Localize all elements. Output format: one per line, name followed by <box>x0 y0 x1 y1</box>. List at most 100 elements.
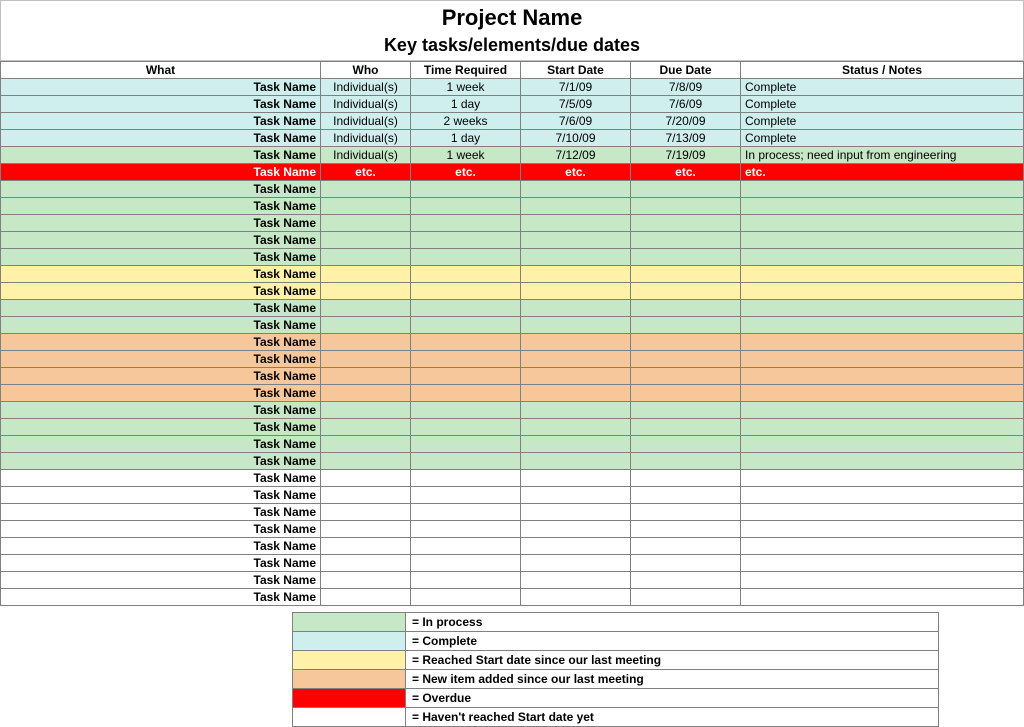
cell-start[interactable] <box>521 351 631 368</box>
cell-due[interactable] <box>631 402 741 419</box>
cell-status[interactable] <box>741 385 1024 402</box>
cell-due[interactable]: 7/20/09 <box>631 113 741 130</box>
cell-what[interactable]: Task Name <box>1 215 321 232</box>
cell-what[interactable]: Task Name <box>1 266 321 283</box>
cell-start[interactable] <box>521 215 631 232</box>
cell-due[interactable] <box>631 368 741 385</box>
table-row[interactable]: Task Name <box>1 266 1024 283</box>
cell-due[interactable] <box>631 334 741 351</box>
table-row[interactable]: Task Name <box>1 572 1024 589</box>
cell-what[interactable]: Task Name <box>1 113 321 130</box>
cell-time[interactable] <box>411 181 521 198</box>
cell-start[interactable]: 7/1/09 <box>521 79 631 96</box>
cell-start[interactable] <box>521 385 631 402</box>
cell-time[interactable] <box>411 436 521 453</box>
table-row[interactable]: Task Name <box>1 351 1024 368</box>
cell-status[interactable]: Complete <box>741 130 1024 147</box>
cell-start[interactable] <box>521 419 631 436</box>
table-row[interactable]: Task NameIndividual(s)1 week7/12/097/19/… <box>1 147 1024 164</box>
cell-status[interactable] <box>741 419 1024 436</box>
cell-due[interactable] <box>631 266 741 283</box>
cell-status[interactable]: Complete <box>741 79 1024 96</box>
cell-what[interactable]: Task Name <box>1 521 321 538</box>
cell-start[interactable] <box>521 198 631 215</box>
table-row[interactable]: Task Name <box>1 215 1024 232</box>
cell-start[interactable]: 7/5/09 <box>521 96 631 113</box>
cell-time[interactable] <box>411 453 521 470</box>
table-row[interactable]: Task Nameetc.etc.etc.etc.etc. <box>1 164 1024 181</box>
cell-start[interactable] <box>521 283 631 300</box>
cell-time[interactable] <box>411 232 521 249</box>
cell-due[interactable] <box>631 385 741 402</box>
cell-due[interactable] <box>631 215 741 232</box>
cell-start[interactable] <box>521 368 631 385</box>
cell-what[interactable]: Task Name <box>1 419 321 436</box>
cell-who[interactable] <box>321 402 411 419</box>
cell-status[interactable] <box>741 334 1024 351</box>
cell-what[interactable]: Task Name <box>1 351 321 368</box>
cell-start[interactable] <box>521 555 631 572</box>
cell-due[interactable] <box>631 317 741 334</box>
cell-time[interactable] <box>411 334 521 351</box>
cell-who[interactable]: Individual(s) <box>321 79 411 96</box>
cell-start[interactable]: 7/6/09 <box>521 113 631 130</box>
cell-status[interactable] <box>741 249 1024 266</box>
cell-status[interactable] <box>741 521 1024 538</box>
table-row[interactable]: Task Name <box>1 589 1024 606</box>
table-row[interactable]: Task NameIndividual(s)2 weeks7/6/097/20/… <box>1 113 1024 130</box>
cell-what[interactable]: Task Name <box>1 402 321 419</box>
cell-time[interactable] <box>411 538 521 555</box>
table-row[interactable]: Task Name <box>1 538 1024 555</box>
cell-status[interactable] <box>741 368 1024 385</box>
cell-start[interactable]: 7/12/09 <box>521 147 631 164</box>
cell-start[interactable] <box>521 266 631 283</box>
cell-who[interactable] <box>321 504 411 521</box>
cell-who[interactable]: Individual(s) <box>321 147 411 164</box>
cell-who[interactable]: Individual(s) <box>321 113 411 130</box>
cell-what[interactable]: Task Name <box>1 504 321 521</box>
cell-time[interactable] <box>411 351 521 368</box>
cell-who[interactable] <box>321 283 411 300</box>
cell-due[interactable] <box>631 555 741 572</box>
cell-what[interactable]: Task Name <box>1 470 321 487</box>
cell-what[interactable]: Task Name <box>1 436 321 453</box>
cell-who[interactable] <box>321 555 411 572</box>
cell-who[interactable] <box>321 300 411 317</box>
cell-start[interactable] <box>521 249 631 266</box>
cell-who[interactable]: Individual(s) <box>321 96 411 113</box>
table-row[interactable]: Task Name <box>1 334 1024 351</box>
cell-status[interactable] <box>741 538 1024 555</box>
cell-status[interactable] <box>741 453 1024 470</box>
cell-time[interactable] <box>411 555 521 572</box>
cell-time[interactable] <box>411 300 521 317</box>
cell-who[interactable] <box>321 198 411 215</box>
table-row[interactable]: Task Name <box>1 232 1024 249</box>
cell-start[interactable] <box>521 538 631 555</box>
cell-due[interactable]: etc. <box>631 164 741 181</box>
cell-due[interactable]: 7/13/09 <box>631 130 741 147</box>
cell-who[interactable] <box>321 521 411 538</box>
cell-what[interactable]: Task Name <box>1 317 321 334</box>
cell-start[interactable] <box>521 402 631 419</box>
cell-what[interactable]: Task Name <box>1 198 321 215</box>
cell-status[interactable] <box>741 402 1024 419</box>
cell-start[interactable] <box>521 181 631 198</box>
cell-status[interactable]: etc. <box>741 164 1024 181</box>
cell-time[interactable] <box>411 589 521 606</box>
cell-due[interactable]: 7/8/09 <box>631 79 741 96</box>
cell-start[interactable] <box>521 504 631 521</box>
cell-status[interactable] <box>741 504 1024 521</box>
cell-due[interactable] <box>631 504 741 521</box>
cell-what[interactable]: Task Name <box>1 589 321 606</box>
cell-time[interactable] <box>411 385 521 402</box>
cell-what[interactable]: Task Name <box>1 368 321 385</box>
cell-due[interactable] <box>631 538 741 555</box>
table-row[interactable]: Task Name <box>1 181 1024 198</box>
cell-status[interactable] <box>741 589 1024 606</box>
cell-status[interactable] <box>741 436 1024 453</box>
table-row[interactable]: Task Name <box>1 385 1024 402</box>
table-row[interactable]: Task Name <box>1 300 1024 317</box>
table-row[interactable]: Task Name <box>1 453 1024 470</box>
cell-due[interactable] <box>631 453 741 470</box>
cell-what[interactable]: Task Name <box>1 538 321 555</box>
